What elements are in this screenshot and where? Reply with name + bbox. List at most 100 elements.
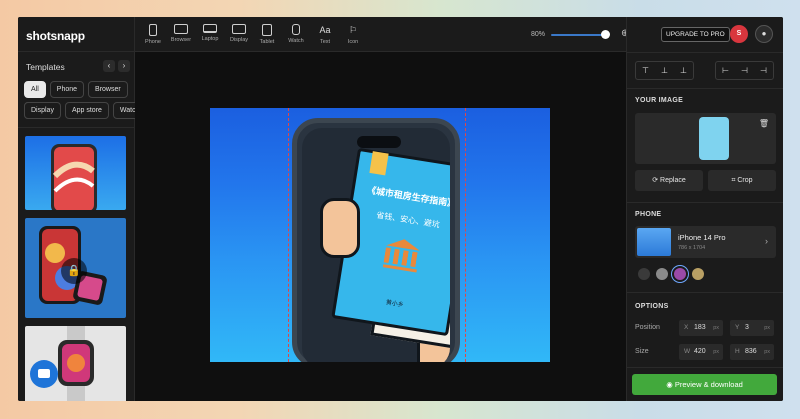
- field-unit: px: [764, 324, 770, 331]
- tool-display[interactable]: Display: [225, 24, 253, 43]
- templates-sidebar: shotsnapp Templates ‹ › All Phone Browse…: [18, 17, 147, 401]
- divider: [627, 52, 783, 53]
- divider: [18, 127, 135, 128]
- tool-icon[interactable]: ⚐ Icon: [339, 24, 367, 45]
- field-value: 420: [694, 348, 706, 355]
- device-toolbar: Phone Browser Laptop Display Tablet Watc…: [135, 17, 629, 52]
- chip-browser[interactable]: Browser: [88, 81, 128, 98]
- position-y-field[interactable]: Y 3 px: [730, 320, 774, 336]
- field-value: 183: [694, 324, 706, 331]
- crop-button[interactable]: ⌗ Crop: [708, 170, 776, 191]
- options-title: OPTIONS: [635, 303, 669, 310]
- tablet-icon: [262, 24, 272, 36]
- laptop-icon: [203, 24, 217, 33]
- field-key: Y: [735, 324, 740, 331]
- lock-icon: 🔒: [61, 258, 87, 284]
- field-value: 836: [745, 348, 757, 355]
- align-left-icon[interactable]: ⊢: [716, 62, 735, 79]
- chevron-right-icon[interactable]: ›: [118, 60, 130, 72]
- uploaded-image-box[interactable]: 🗑: [635, 113, 776, 164]
- color-swatch-black[interactable]: [638, 268, 650, 280]
- tool-laptop[interactable]: Laptop: [196, 24, 224, 42]
- phone-model-selector[interactable]: iPhone 14 Pro 786 x 1704 ›: [635, 226, 776, 258]
- phone-mockup-image: [51, 144, 97, 210]
- template-thumbnail[interactable]: [25, 136, 126, 210]
- tool-label: Icon: [347, 39, 359, 45]
- align-right-icon[interactable]: ⊣: [754, 62, 773, 79]
- settings-panel: UPGRADE TO PRO S ● ⊤ ⊥ ⊥ ⊢ ⊣ ⊣ YOUR IMAG…: [626, 17, 783, 401]
- divider: [18, 51, 135, 52]
- zoom-slider-handle[interactable]: [601, 30, 610, 39]
- horizontal-align-group: ⊢ ⊣ ⊣: [715, 61, 774, 80]
- phone-icon: [149, 24, 157, 36]
- divider: [627, 88, 783, 89]
- tool-phone[interactable]: Phone: [139, 24, 167, 45]
- tool-label: Browser: [170, 37, 192, 43]
- divider: [627, 367, 783, 368]
- field-unit: px: [764, 348, 770, 355]
- templates-title: Templates: [26, 62, 65, 72]
- chip-all[interactable]: All: [24, 81, 46, 98]
- zoom-level: 80%: [531, 31, 546, 38]
- size-width-field[interactable]: W 420 px: [679, 344, 723, 360]
- position-label: Position: [635, 324, 660, 331]
- tool-tablet[interactable]: Tablet: [253, 24, 281, 45]
- position-x-field[interactable]: X 183 px: [679, 320, 723, 336]
- align-middle-icon[interactable]: ⊥: [655, 62, 674, 79]
- tool-text[interactable]: Aa Text: [311, 24, 339, 45]
- canvas-area: 《城市租房生存指南》 省钱、安心、避坑 黄小乡: [135, 52, 626, 401]
- chevron-left-icon[interactable]: ‹: [103, 60, 115, 72]
- divider: [627, 292, 783, 293]
- selection-guides: [288, 108, 466, 362]
- divider: [627, 202, 783, 203]
- align-center-icon[interactable]: ⊣: [735, 62, 754, 79]
- app-window: shotsnapp Templates ‹ › All Phone Browse…: [18, 17, 783, 401]
- chip-app-store[interactable]: App store: [64, 102, 109, 119]
- chevron-right-icon: ›: [765, 236, 768, 246]
- chat-support-icon[interactable]: [30, 360, 58, 388]
- field-key: X: [684, 324, 689, 331]
- color-swatch-gold[interactable]: [692, 268, 704, 280]
- trash-icon[interactable]: 🗑: [759, 119, 769, 128]
- color-swatch-purple[interactable]: [674, 268, 686, 280]
- color-swatch-silver[interactable]: [656, 268, 668, 280]
- phone-preview-thumbnail: [637, 228, 671, 256]
- phone-resolution: 786 x 1704: [678, 245, 706, 251]
- field-key: W: [684, 348, 691, 355]
- replace-button[interactable]: ⟳ Replace: [635, 170, 703, 191]
- artboard[interactable]: 《城市租房生存指南》 省钱、安心、避坑 黄小乡: [210, 108, 550, 362]
- field-value: 3: [745, 324, 749, 331]
- uploaded-image-thumbnail: [699, 117, 729, 160]
- chip-phone[interactable]: Phone: [49, 81, 85, 98]
- tool-label: Tablet: [259, 39, 275, 45]
- user-icon[interactable]: ●: [755, 25, 773, 43]
- tool-watch[interactable]: Watch: [282, 24, 310, 44]
- upgrade-button[interactable]: UPGRADE TO PRO: [661, 27, 730, 42]
- preview-download-button[interactable]: ◉ Preview & download: [632, 374, 777, 395]
- notification-badge[interactable]: S: [730, 25, 748, 43]
- templates-pager: ‹ ›: [103, 60, 130, 72]
- watch-icon: [292, 24, 300, 35]
- template-filter-chips-row2: Display App store Watch: [24, 102, 147, 119]
- field-unit: px: [713, 348, 719, 355]
- align-top-icon[interactable]: ⊤: [636, 62, 655, 79]
- size-label: Size: [635, 348, 649, 355]
- phone-section-title: PHONE: [635, 211, 662, 218]
- text-icon: Aa: [319, 25, 331, 35]
- tool-label: Text: [319, 39, 331, 45]
- field-unit: px: [713, 324, 719, 331]
- vertical-align-group: ⊤ ⊥ ⊥: [635, 61, 694, 80]
- tool-label: Watch: [288, 38, 304, 44]
- zoom-slider[interactable]: [551, 34, 606, 36]
- chip-display[interactable]: Display: [24, 102, 61, 119]
- app-logo[interactable]: shotsnapp: [26, 29, 85, 43]
- phone-model-name: iPhone 14 Pro: [678, 233, 726, 242]
- template-thumbnail[interactable]: 🔒: [25, 218, 126, 318]
- your-image-title: YOUR IMAGE: [635, 97, 684, 104]
- field-key: H: [735, 348, 740, 355]
- tool-browser[interactable]: Browser: [167, 24, 195, 43]
- browser-icon: [174, 24, 188, 34]
- size-height-field[interactable]: H 836 px: [730, 344, 774, 360]
- tool-label: Display: [229, 37, 249, 43]
- align-bottom-icon[interactable]: ⊥: [674, 62, 693, 79]
